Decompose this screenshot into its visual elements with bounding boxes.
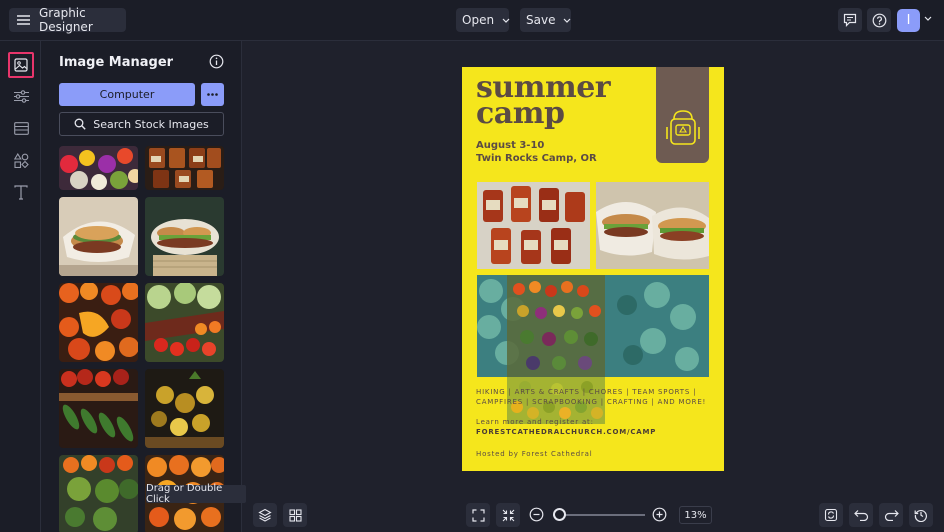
save-label: Save	[526, 13, 556, 27]
rail-item-images[interactable]	[8, 52, 34, 78]
expand-icon	[471, 508, 485, 522]
panel-title: Image Manager	[59, 55, 174, 70]
shapes-icon	[13, 152, 29, 168]
zoom-level-field[interactable]: 13%	[679, 506, 712, 524]
grid-icon	[288, 508, 302, 522]
more-dots-icon	[207, 93, 218, 96]
rail-item-layout[interactable]	[8, 115, 34, 141]
comment-icon	[843, 13, 857, 27]
help-button[interactable]	[867, 8, 891, 32]
poster-date-text: August 3-10	[476, 140, 545, 151]
image-thumbnail[interactable]	[145, 146, 224, 190]
undo-button[interactable]	[849, 503, 873, 527]
text-icon	[14, 184, 28, 200]
poster-host[interactable]: Hosted by Forest Cathedral	[476, 450, 592, 458]
refresh-icon	[824, 508, 838, 522]
collapse-icon	[502, 509, 515, 522]
image-icon	[14, 58, 28, 72]
history-button[interactable]	[909, 503, 933, 527]
poster-photo-jars[interactable]	[477, 182, 590, 269]
rail-item-adjust[interactable]	[8, 83, 34, 109]
tool-rail	[0, 41, 41, 532]
chevron-down-icon	[563, 18, 571, 23]
app-menu-button[interactable]: Graphic Designer	[9, 6, 126, 34]
layers-icon	[258, 508, 272, 522]
chevron-down-icon	[502, 18, 510, 23]
open-label: Open	[462, 13, 495, 27]
search-label: Search Stock Images	[93, 117, 209, 131]
layout-icon	[13, 121, 29, 135]
redo-icon	[884, 509, 899, 521]
zoom-out-icon[interactable]	[529, 507, 544, 522]
hamburger-icon	[17, 15, 30, 25]
more-options-button[interactable]	[201, 83, 224, 106]
upload-computer-button[interactable]: Computer	[59, 83, 195, 106]
info-icon[interactable]	[209, 54, 224, 69]
poster-location-text: Twin Rocks Camp, OR	[476, 153, 597, 164]
poster-dates[interactable]: August 3-10 Twin Rocks Camp, OR	[476, 139, 597, 165]
top-bar: Graphic Designer Open Save I	[0, 0, 944, 41]
zoom-in-icon[interactable]	[652, 507, 667, 522]
poster-photo-produce[interactable]	[477, 275, 709, 377]
zoom-slider-track[interactable]	[553, 514, 645, 516]
image-thumbnail[interactable]	[145, 369, 224, 448]
help-icon	[872, 13, 887, 28]
image-thumbnail[interactable]	[59, 283, 138, 362]
rail-item-text[interactable]	[8, 179, 34, 205]
poster-title[interactable]: summer camp	[476, 73, 611, 129]
save-button[interactable]: Save	[520, 8, 571, 32]
poster-activities-line2[interactable]: CAMPFIRES | SCRAPBOOKING | CRAFTING | AN…	[476, 398, 706, 406]
user-avatar[interactable]: I	[897, 9, 920, 32]
drag-tooltip: Drag or Double Click	[146, 483, 246, 505]
grid-view-button[interactable]	[283, 503, 307, 527]
comments-button[interactable]	[838, 8, 862, 32]
sliders-icon	[13, 89, 29, 103]
image-thumbnail[interactable]	[59, 197, 138, 276]
replace-image-button[interactable]	[819, 503, 843, 527]
poster-activities-line1[interactable]: HIKING | ARTS & CRAFTS | CHORES | TEAM S…	[476, 388, 696, 396]
image-manager-panel: Image Manager Computer Search Stock Imag…	[41, 41, 242, 532]
backpack-icon	[666, 107, 700, 147]
search-stock-images-button[interactable]: Search Stock Images	[59, 112, 224, 136]
redo-button[interactable]	[879, 503, 903, 527]
app-title: Graphic Designer	[39, 6, 93, 34]
undo-icon	[853, 509, 869, 521]
open-button[interactable]: Open	[456, 8, 510, 32]
history-icon	[914, 508, 928, 522]
image-thumbnail[interactable]	[145, 197, 224, 276]
image-thumbnail[interactable]	[59, 369, 138, 448]
layers-button[interactable]	[253, 503, 277, 527]
image-thumbnail[interactable]	[59, 146, 138, 190]
image-thumbnail[interactable]	[145, 283, 224, 362]
poster-learn-more[interactable]: Learn more and register at:	[476, 418, 594, 426]
design-canvas[interactable]: summer camp August 3-10 Twin Rocks Camp,…	[462, 67, 724, 471]
zoom-slider-handle[interactable]	[553, 508, 566, 521]
fit-to-screen-button[interactable]	[466, 503, 490, 527]
rail-item-shapes[interactable]	[8, 147, 34, 173]
actual-size-button[interactable]	[496, 503, 520, 527]
search-icon	[74, 118, 86, 130]
poster-tag[interactable]	[656, 67, 709, 163]
image-thumbnail[interactable]	[59, 455, 138, 532]
chevron-down-icon[interactable]	[924, 16, 932, 21]
poster-photo-sandwiches[interactable]	[596, 182, 709, 269]
poster-website[interactable]: FORESTCATHEDRALCHURCH.COM/CAMP	[476, 428, 656, 436]
